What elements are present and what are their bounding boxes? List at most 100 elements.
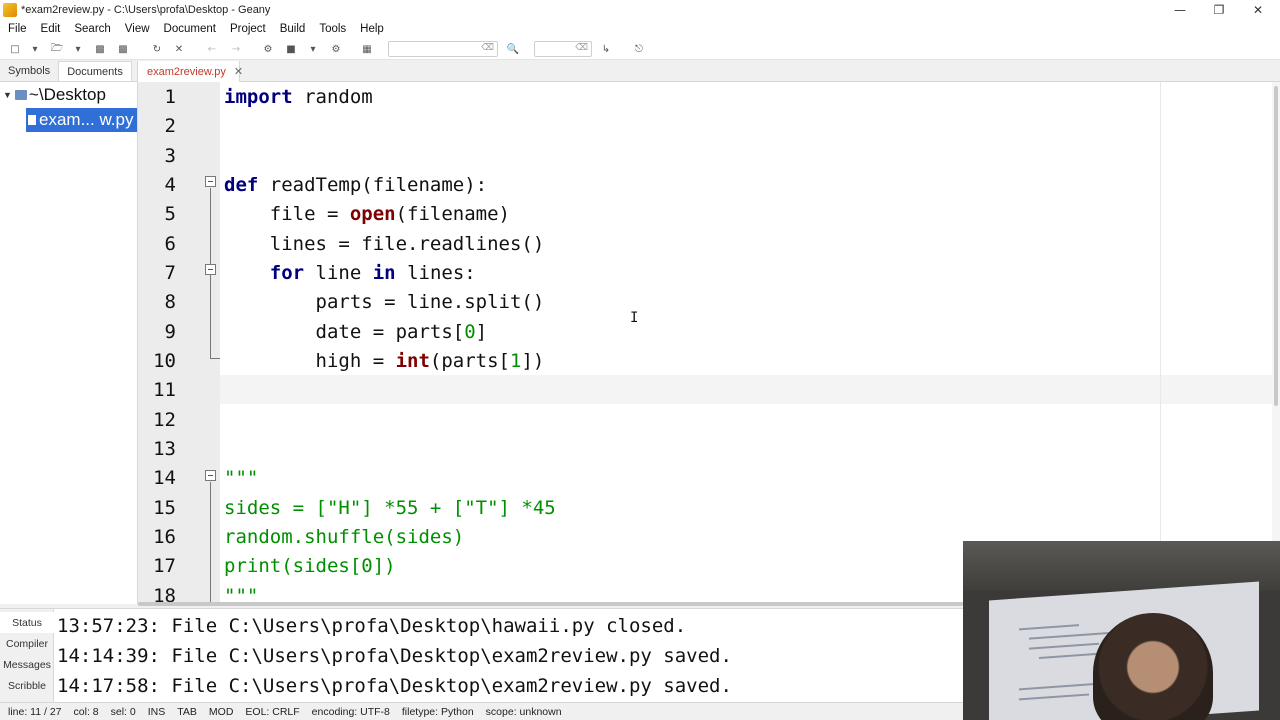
tab-symbols[interactable]: Symbols — [0, 61, 58, 81]
menu-tools[interactable]: Tools — [311, 23, 352, 35]
tree-folder-label: ~\Desktop — [28, 85, 106, 104]
status-eol: EOL: CRLF — [245, 705, 300, 718]
menu-help[interactable]: Help — [352, 23, 390, 35]
horizontal-scroll-thumb[interactable] — [138, 602, 963, 606]
open-folder-icon[interactable]: 🗁 — [50, 42, 64, 56]
line-number: 12 — [153, 409, 176, 431]
menu-edit[interactable]: Edit — [33, 23, 67, 35]
webcam-overlay — [963, 541, 1280, 720]
status-scope: scope: unknown — [485, 705, 562, 718]
status-message: 14:17:58: File C:\Users\profa\Desktop\ex… — [57, 675, 732, 697]
menu-view[interactable]: View — [117, 23, 156, 35]
file-icon — [28, 115, 36, 125]
tree-file-exam2review[interactable]: exam... w.py — [26, 108, 137, 132]
fold-toggle-def-icon[interactable] — [205, 176, 216, 187]
fold-guide — [210, 482, 211, 602]
editor-tab-exam2review[interactable]: exam2review.py ✕ — [138, 61, 243, 82]
code-line: file = open(filename) — [224, 203, 510, 225]
tab-status[interactable]: Status — [0, 612, 54, 633]
back-icon[interactable]: ← — [205, 42, 219, 56]
code-line: date = parts[0] — [224, 321, 488, 343]
sidebar: Symbols Documents ▼ ~\Desktop exam... w.… — [0, 61, 138, 604]
execute-icon[interactable]: ⚙ — [329, 42, 343, 56]
fold-toggle-for-icon[interactable] — [205, 264, 216, 275]
status-sel: sel: 0 — [110, 705, 136, 718]
editor-tab-label: exam2review.py — [147, 65, 226, 78]
fold-toggle-docstring-icon[interactable] — [205, 470, 216, 481]
line-number: 14 — [153, 467, 176, 489]
save-icon[interactable]: ▩ — [93, 42, 107, 56]
status-col: col: 8 — [73, 705, 99, 718]
code-line: import random — [224, 86, 373, 108]
menu-bar: File Edit Search View Document Project B… — [0, 20, 1280, 38]
goto-line-input[interactable]: ⌫ — [534, 41, 592, 57]
tree-file-label: exam... w.py — [39, 110, 134, 129]
search-input[interactable]: ⌫ — [388, 41, 498, 57]
search-icon[interactable]: 🔍 — [506, 42, 520, 56]
line-number: 15 — [153, 497, 176, 519]
new-file-icon[interactable]: □ — [8, 42, 22, 56]
tab-scribble[interactable]: Scribble — [0, 675, 54, 696]
build-icon[interactable]: ■ — [284, 42, 298, 56]
current-line-highlight — [220, 375, 1272, 404]
menu-build[interactable]: Build — [272, 23, 312, 35]
line-number: 1 — [164, 86, 176, 108]
vertical-scrollbar[interactable] — [1272, 82, 1280, 602]
compile-icon[interactable]: ⚙ — [261, 42, 275, 56]
save-all-icon[interactable]: ▩ — [116, 42, 130, 56]
reload-icon[interactable]: ↻ — [150, 42, 164, 56]
title-bar: *exam2review.py - C:\Users\profa\Desktop… — [0, 0, 1280, 20]
folder-icon — [14, 90, 27, 100]
close-tab-icon[interactable]: ✕ — [234, 65, 243, 78]
minimize-button[interactable]: — — [1160, 0, 1200, 20]
menu-project[interactable]: Project — [222, 23, 272, 35]
quit-icon[interactable]: ⎋ — [632, 42, 646, 56]
clear-search-icon[interactable]: ⌫ — [481, 43, 494, 53]
menu-document[interactable]: Document — [156, 23, 222, 35]
status-line: line: 11 / 27 — [8, 705, 62, 718]
status-mod: MOD — [208, 705, 234, 718]
code-line: random.shuffle(sides) — [224, 526, 465, 548]
expand-arrow-icon[interactable]: ▼ — [3, 90, 12, 100]
status-filetype: filetype: Python — [401, 705, 474, 718]
line-number: 8 — [164, 291, 176, 313]
forward-icon[interactable]: → — [229, 42, 243, 56]
editor-tab-strip: exam2review.py ✕ — [138, 61, 1280, 82]
new-dropdown-icon[interactable]: ▾ — [28, 42, 42, 56]
code-line: for line in lines: — [269, 262, 476, 284]
line-number: 6 — [164, 233, 176, 255]
window-title: *exam2review.py - C:\Users\profa\Desktop… — [21, 4, 271, 16]
toolbar: □ ▾ 🗁 ▾ ▩ ▩ ↻ ✕ ← → ⚙ ■ ▾ ⚙ ▦ ⌫ 🔍 ⌫ ↳ ⎋ — [0, 38, 1280, 60]
code-editor[interactable]: 1 2 3 4 5 6 7 8 9 10 11 12 13 14 15 16 1… — [138, 82, 1272, 602]
long-line-marker — [1160, 82, 1161, 602]
status-tab: TAB — [177, 705, 197, 718]
tab-compiler[interactable]: Compiler — [0, 633, 54, 654]
clear-goto-icon[interactable]: ⌫ — [575, 43, 588, 53]
color-chooser-icon[interactable]: ▦ — [360, 42, 374, 56]
status-ins: INS — [147, 705, 166, 718]
code-line: def readTemp(filename): — [224, 174, 488, 196]
menu-search[interactable]: Search — [66, 23, 116, 35]
code-line: print(sides[0]) — [224, 555, 396, 577]
restore-button[interactable]: ❐ — [1199, 0, 1239, 20]
code-line: lines = file.readlines() — [224, 233, 545, 255]
goto-line-icon[interactable]: ↳ — [599, 42, 613, 56]
vertical-scroll-thumb[interactable] — [1274, 86, 1278, 406]
geany-window: *exam2review.py - C:\Users\profa\Desktop… — [0, 0, 1280, 720]
close-window-button[interactable]: ✕ — [1238, 0, 1278, 20]
menu-file[interactable]: File — [0, 23, 33, 35]
open-dropdown-icon[interactable]: ▾ — [71, 42, 85, 56]
tab-documents[interactable]: Documents — [58, 61, 132, 81]
build-dropdown-icon[interactable]: ▾ — [306, 42, 320, 56]
code-line: """ — [224, 585, 259, 602]
tab-messages[interactable]: Messages — [0, 654, 54, 675]
line-number: 13 — [153, 438, 176, 460]
close-file-icon[interactable]: ✕ — [172, 42, 186, 56]
code-line: parts = line.split() — [224, 291, 545, 313]
line-number: 10 — [153, 350, 176, 372]
text-cursor-icon: I — [630, 310, 639, 326]
status-message: 14:14:39: File C:\Users\profa\Desktop\ex… — [57, 645, 732, 667]
tree-folder-desktop[interactable]: ▼ ~\Desktop — [0, 84, 138, 106]
line-number: 9 — [164, 321, 176, 343]
line-number: 18 — [153, 585, 176, 602]
